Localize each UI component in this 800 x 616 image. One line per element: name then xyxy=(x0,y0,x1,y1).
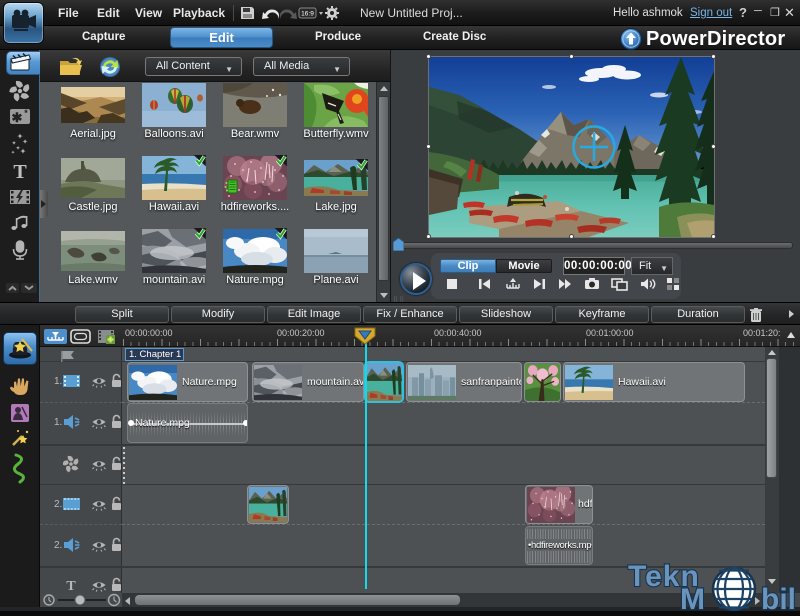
svg-text:*: * xyxy=(24,108,28,118)
svg-text:T: T xyxy=(66,579,76,594)
svg-text:✦: ✦ xyxy=(20,147,27,156)
svg-text:✦: ✦ xyxy=(22,138,28,146)
svg-text:M: M xyxy=(680,583,705,611)
svg-text:bil: bil xyxy=(761,583,796,611)
svg-text:T: T xyxy=(13,161,27,183)
svg-text:16:9: 16:9 xyxy=(301,11,314,18)
svg-text:✱: ✱ xyxy=(12,110,23,125)
svg-text:✦: ✦ xyxy=(11,150,15,156)
